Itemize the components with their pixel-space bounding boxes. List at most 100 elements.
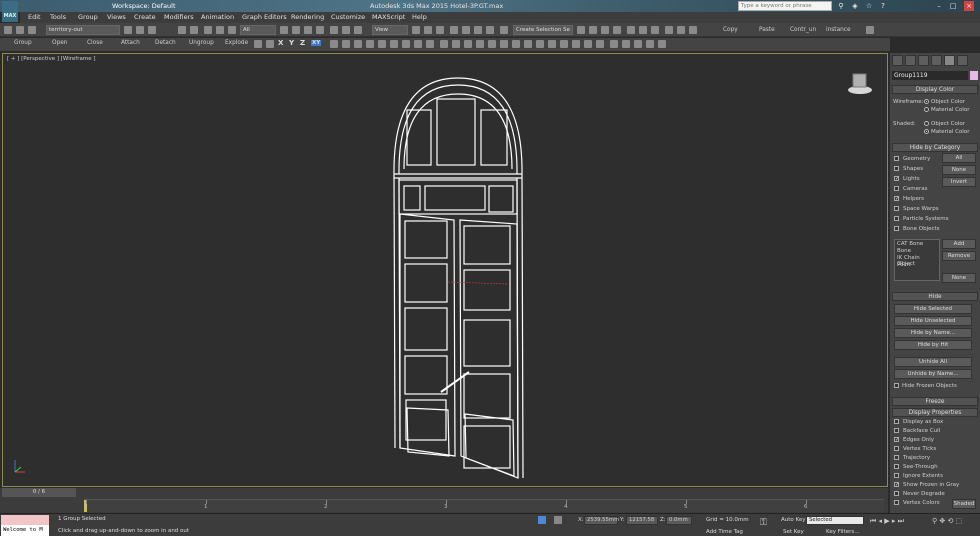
close-button[interactable]: Close <box>87 40 103 46</box>
tool-icon-21[interactable] <box>572 40 580 48</box>
welcome-message[interactable]: Welcome to M <box>1 525 49 536</box>
snap-icon[interactable] <box>254 40 262 48</box>
lock-selection-icon[interactable] <box>538 516 546 524</box>
category-checkbox[interactable]: ✓ <box>894 176 899 182</box>
tool-icon-28[interactable] <box>658 40 666 48</box>
tool-icon-23[interactable] <box>596 40 604 48</box>
snaps-toggle-icon[interactable] <box>450 26 458 34</box>
menu-animation[interactable]: Animation <box>201 13 234 21</box>
tool-icon-2[interactable] <box>342 40 350 48</box>
tool-icon-5[interactable] <box>378 40 386 48</box>
tool-icon-14[interactable] <box>488 40 496 48</box>
tool-icon-10[interactable] <box>440 40 448 48</box>
reference-coordinate-dropdown[interactable]: View <box>372 25 408 35</box>
manipulate-icon[interactable] <box>424 26 432 34</box>
category-invert-button[interactable]: Invert <box>942 177 976 187</box>
category-checkbox[interactable] <box>894 156 899 161</box>
display-properties-header[interactable]: Display Properties <box>892 408 978 417</box>
playback-controls[interactable]: ⏮ ◂ ▶ ▸ ⏭ <box>870 517 904 526</box>
align-icon[interactable] <box>589 26 597 34</box>
schematic-view-icon[interactable] <box>639 26 647 34</box>
rendered-frame-icon[interactable] <box>677 26 685 34</box>
modify-tab-icon[interactable] <box>905 55 916 66</box>
category-checkbox[interactable]: ✓ <box>894 196 899 202</box>
category-add-button[interactable]: Add <box>942 239 976 249</box>
tool-icon-11[interactable] <box>452 40 460 48</box>
bind-space-warp-icon[interactable] <box>148 26 156 34</box>
category-none2-button[interactable]: None <box>942 273 976 283</box>
category-checkbox[interactable] <box>894 216 899 221</box>
category-none-button[interactable]: None <box>942 165 976 175</box>
display-property-checkbox[interactable] <box>894 473 899 478</box>
tool-icon-18[interactable] <box>536 40 544 48</box>
angle-snap-icon[interactable] <box>462 26 470 34</box>
display-property-checkbox[interactable] <box>894 455 899 460</box>
close-icon[interactable]: × <box>964 1 974 11</box>
category-remove-button[interactable]: Remove <box>942 251 976 261</box>
y-coordinate-field[interactable]: 12157.58 <box>626 516 658 525</box>
move-icon[interactable] <box>330 26 338 34</box>
x-coordinate-field[interactable]: 2539.55mm <box>584 516 619 525</box>
undo-scene-icon[interactable] <box>178 26 186 34</box>
display-property-checkbox[interactable] <box>894 500 899 505</box>
shaded-material-color-radio[interactable] <box>924 129 929 134</box>
constraint-icon[interactable] <box>266 40 274 48</box>
tool-icon-15[interactable] <box>500 40 508 48</box>
absolute-mode-icon[interactable] <box>554 516 562 524</box>
help-icon[interactable]: ? <box>878 1 888 11</box>
rotate-icon[interactable] <box>342 26 350 34</box>
object-name-field[interactable]: Group1119 <box>892 71 968 80</box>
mirror-icon[interactable] <box>577 26 585 34</box>
list-item[interactable]: Point <box>897 262 911 268</box>
display-tab-icon[interactable] <box>944 55 955 66</box>
link-icon[interactable] <box>204 26 212 34</box>
list-item[interactable]: CAT Bone <box>897 241 923 247</box>
extras-icon[interactable] <box>866 26 874 34</box>
render-icon[interactable] <box>689 26 697 34</box>
material-editor-icon[interactable] <box>651 26 659 34</box>
display-property-checkbox[interactable] <box>894 419 899 424</box>
hide-selected-button[interactable]: Hide Selected <box>894 304 972 314</box>
percent-snap-icon[interactable] <box>474 26 482 34</box>
selection-filter[interactable]: All <box>240 25 276 35</box>
tool-icon-4[interactable] <box>366 40 374 48</box>
tool-icon-9[interactable] <box>426 40 434 48</box>
region-select-icon[interactable] <box>304 26 312 34</box>
select-link-icon[interactable] <box>124 26 132 34</box>
motion-tab-icon[interactable] <box>931 55 942 66</box>
hierarchy-tab-icon[interactable] <box>918 55 929 66</box>
tool-icon-26[interactable] <box>634 40 642 48</box>
attach-button[interactable]: Attach <box>121 40 140 46</box>
viewport-nav-icons[interactable]: ⚲ ✥ ⟲ ⬚ <box>932 517 962 525</box>
display-property-checkbox[interactable] <box>894 446 899 451</box>
wireframe-object-color-radio[interactable] <box>924 99 929 104</box>
redo-scene-icon[interactable] <box>190 26 198 34</box>
category-checkbox[interactable] <box>894 166 899 171</box>
axis-z-button[interactable]: Z <box>300 39 305 47</box>
edit-named-selection-icon[interactable] <box>500 26 508 34</box>
category-filter-list[interactable]: CAT Bone Bone IK Chain Object Point <box>894 239 940 281</box>
category-all-button[interactable]: All <box>942 153 976 163</box>
z-coordinate-field[interactable]: 0.0mm <box>666 516 692 525</box>
utilities-tab-icon[interactable] <box>957 55 968 66</box>
menu-create[interactable]: Create <box>134 13 156 21</box>
hide-by-name-button[interactable]: Hide by Name... <box>894 328 972 338</box>
pivot-icon[interactable] <box>412 26 420 34</box>
hide-by-category-header[interactable]: Hide by Category <box>892 143 978 152</box>
display-property-checkbox[interactable] <box>894 491 899 496</box>
named-selection-sets[interactable]: Create Selection Se <box>513 25 573 35</box>
group-button[interactable]: Group <box>14 40 32 46</box>
category-checkbox[interactable] <box>894 206 899 211</box>
binoculars-icon[interactable]: ⚲ <box>836 1 846 11</box>
tool-icon-20[interactable] <box>560 40 568 48</box>
menu-maxscript[interactable]: MAXScript <box>372 13 405 21</box>
perspective-viewport[interactable]: [ + ] [Perspective ] [Wireframe ] <box>2 53 888 487</box>
layer-icon[interactable] <box>28 26 36 34</box>
tool-icon-12[interactable] <box>464 40 472 48</box>
menu-graph-editors[interactable]: Graph Editors <box>242 13 287 21</box>
detach-button[interactable]: Detach <box>155 40 176 46</box>
hide-frozen-checkbox[interactable] <box>894 383 899 388</box>
contr-un-button[interactable]: Contr_un <box>790 27 816 33</box>
menu-rendering[interactable]: Rendering <box>291 13 324 21</box>
category-checkbox[interactable] <box>894 186 899 191</box>
